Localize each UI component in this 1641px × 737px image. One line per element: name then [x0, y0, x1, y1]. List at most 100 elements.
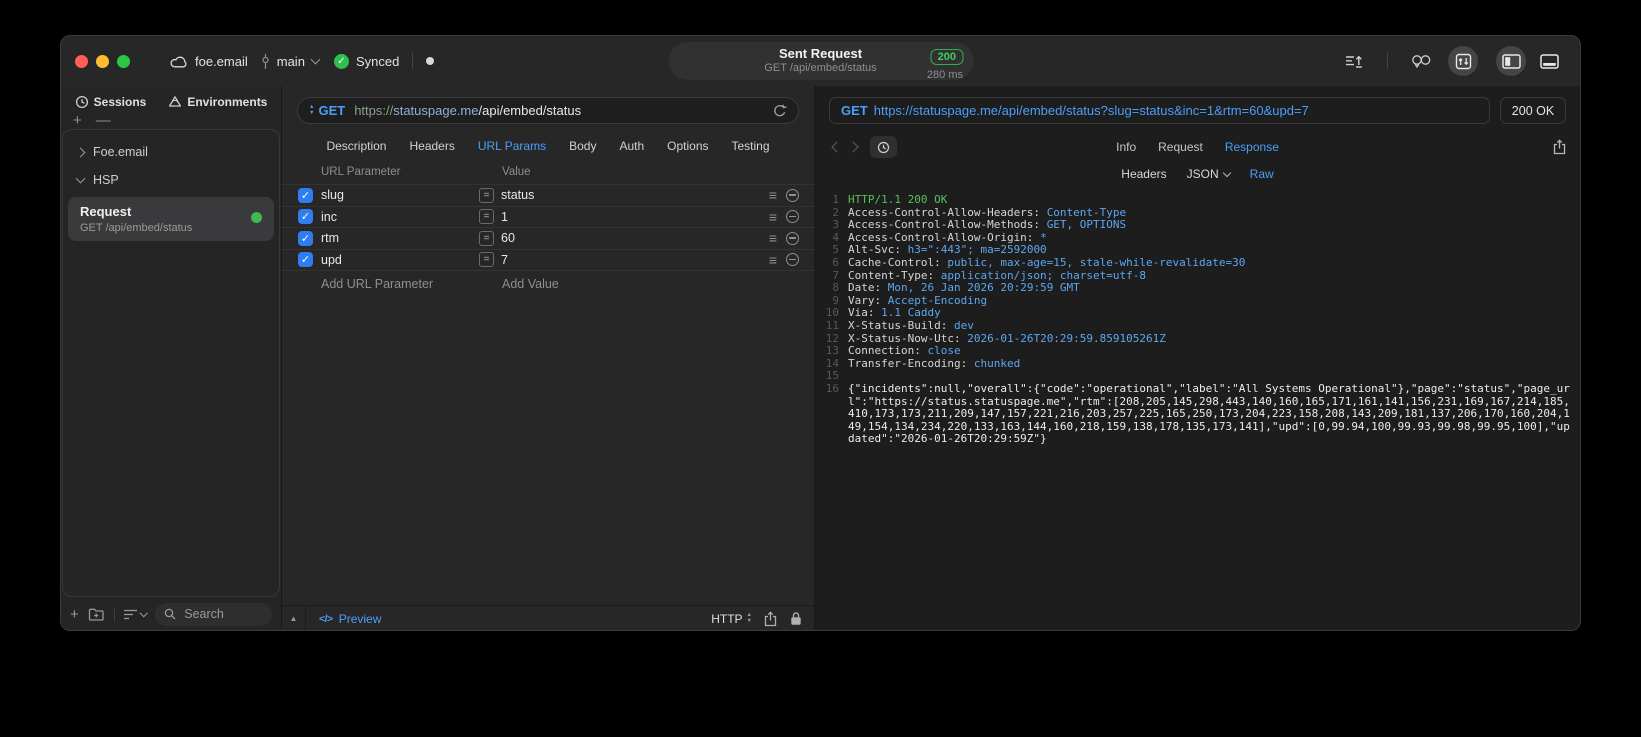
- sessions-list: Foe.email HSP Request GET /api/embed/sta…: [62, 129, 280, 597]
- method-selector-icon[interactable]: ▲ ▼: [309, 104, 315, 116]
- branch-chevron-down-icon[interactable]: [310, 54, 321, 65]
- remove-row-icon[interactable]: [786, 231, 799, 245]
- param-row: ✓ upd = 7 ≡: [282, 248, 814, 271]
- preview-button[interactable]: </> Preview: [319, 612, 381, 626]
- minimize-window-button[interactable]: [96, 54, 109, 68]
- protocol-selector[interactable]: HTTP ▲ ▼: [711, 612, 752, 626]
- sidebar-tab-sessions[interactable]: Sessions: [75, 95, 147, 109]
- response-tab-response[interactable]: Response: [1225, 140, 1279, 154]
- params-rows: ✓ slug = status ≡ ✓ inc = 1 ≡ ✓ rtm = 60…: [282, 184, 814, 270]
- expand-panel-button[interactable]: ▲: [282, 606, 306, 630]
- line-number: 3: [832, 218, 839, 232]
- url-scheme[interactable]: https://: [354, 103, 393, 118]
- zoom-window-button[interactable]: [117, 54, 130, 68]
- response-tab-info[interactable]: Info: [1116, 140, 1136, 154]
- import-export-button[interactable]: [1448, 46, 1478, 76]
- line-number: 13: [825, 344, 839, 358]
- param-name[interactable]: rtm: [315, 231, 479, 245]
- param-checkbox[interactable]: ✓: [298, 187, 313, 203]
- request-tab-auth[interactable]: Auth: [619, 139, 644, 153]
- remove-row-icon[interactable]: [786, 253, 799, 267]
- request-tab-options[interactable]: Options: [667, 139, 708, 153]
- add-session-button[interactable]: +: [73, 112, 82, 129]
- close-window-button[interactable]: [75, 54, 88, 68]
- param-value[interactable]: 1: [501, 210, 508, 224]
- response-view-tabs: Headers JSON Raw: [815, 162, 1580, 187]
- branch-name[interactable]: main: [277, 54, 305, 69]
- param-value[interactable]: 7: [501, 253, 508, 267]
- lock-icon[interactable]: [790, 611, 802, 626]
- param-checkbox[interactable]: ✓: [298, 209, 313, 225]
- sidebar-search[interactable]: [155, 602, 272, 626]
- sidebar-tab-label: Sessions: [93, 95, 147, 109]
- sidebar-tab-label: Environments: [187, 95, 268, 109]
- tree-item-hsp[interactable]: HSP: [63, 166, 279, 194]
- back-button[interactable]: [829, 141, 845, 153]
- history-button[interactable]: [870, 136, 897, 158]
- tree-item-foe-email[interactable]: Foe.email: [63, 138, 279, 166]
- sidebar: Sessions Environments + — Foe.email HSP …: [61, 86, 282, 630]
- param-value[interactable]: status: [501, 188, 534, 202]
- param-row: ✓ inc = 1 ≡: [282, 205, 814, 228]
- line-number: 16: [825, 381, 839, 395]
- share-button[interactable]: [764, 610, 777, 627]
- line-number: 11: [825, 318, 839, 332]
- view-tab-raw[interactable]: Raw: [1250, 167, 1274, 181]
- param-checkbox[interactable]: ✓: [298, 252, 313, 268]
- request-url-bar[interactable]: ▲ ▼ GET https://statuspage.me/api/embed/s…: [297, 97, 799, 124]
- response-code[interactable]: 1 HTTP/1.1 200 OK 2 Access-Control-Allow-He…: [815, 187, 1580, 630]
- add-param-value[interactable]: Add Value: [479, 277, 764, 291]
- row-options-icon[interactable]: ≡: [769, 188, 777, 202]
- url-path[interactable]: /api/embed/status: [479, 103, 582, 118]
- remove-session-button[interactable]: —: [96, 112, 111, 129]
- remove-row-icon[interactable]: [786, 210, 799, 224]
- add-param-name[interactable]: Add URL Parameter: [315, 277, 479, 291]
- column-header-value: Value: [502, 166, 531, 178]
- row-options-icon[interactable]: ≡: [769, 253, 777, 267]
- param-value[interactable]: 60: [501, 231, 515, 245]
- url-params-table: URL Parameter Value ✓ slug = status ≡ ✓ …: [282, 163, 814, 297]
- request-tab-body[interactable]: Body: [569, 139, 596, 153]
- request-status-pill[interactable]: Sent Request GET /api/embed/status 200 2…: [668, 42, 973, 81]
- sidebar-layout-icon: [1501, 53, 1521, 69]
- request-tab-testing[interactable]: Testing: [732, 139, 770, 153]
- request-item-title: Request: [80, 204, 132, 219]
- request-queue-button[interactable]: [1339, 46, 1369, 76]
- response-status-badge: 200 OK: [1500, 97, 1566, 124]
- request-tab-headers[interactable]: Headers: [409, 139, 454, 153]
- response-tab-request[interactable]: Request: [1158, 140, 1203, 154]
- search-input[interactable]: [182, 606, 263, 622]
- sync-status[interactable]: Synced: [356, 54, 399, 69]
- forward-button[interactable]: [845, 141, 861, 153]
- new-folder-button[interactable]: [88, 607, 105, 621]
- response-url-bar[interactable]: GET https://statuspage.me/api/embed/stat…: [829, 97, 1490, 124]
- params-header-row: URL Parameter Value: [282, 163, 814, 184]
- request-tab-description[interactable]: Description: [326, 139, 386, 153]
- new-request-button[interactable]: +: [70, 606, 79, 623]
- view-tab-json[interactable]: JSON: [1187, 167, 1231, 181]
- sent-request-title: Sent Request: [778, 46, 863, 61]
- row-options-icon[interactable]: ≡: [769, 231, 777, 245]
- url-host[interactable]: statuspage.me: [393, 103, 478, 118]
- sync-loop-button[interactable]: [1406, 46, 1436, 76]
- request-tab-url-params[interactable]: URL Params: [478, 139, 546, 153]
- sort-list-button[interactable]: [123, 608, 148, 620]
- request-method[interactable]: GET: [318, 103, 345, 118]
- param-name[interactable]: slug: [315, 188, 479, 202]
- param-name[interactable]: upd: [315, 253, 479, 267]
- project-name[interactable]: foe.email: [195, 54, 248, 69]
- remove-row-icon[interactable]: [786, 188, 799, 202]
- check-icon: ✓: [300, 211, 311, 224]
- sidebar-request-item-selected[interactable]: Request GET /api/embed/status: [68, 197, 274, 241]
- param-name[interactable]: inc: [315, 210, 479, 224]
- toggle-bottom-panel-button[interactable]: [1534, 46, 1564, 76]
- send-queue-icon: [1345, 54, 1363, 68]
- view-tab-headers[interactable]: Headers: [1121, 167, 1166, 181]
- export-response-button[interactable]: [1553, 139, 1566, 155]
- row-options-icon[interactable]: ≡: [769, 210, 777, 224]
- toggle-sidebar-button[interactable]: [1496, 46, 1526, 76]
- param-checkbox[interactable]: ✓: [298, 230, 313, 246]
- resend-button[interactable]: [773, 104, 787, 118]
- sidebar-tab-environments[interactable]: Environments: [168, 95, 267, 109]
- code-line: 16 {"incidents":null,"overall":{"code":"o…: [815, 381, 1576, 446]
